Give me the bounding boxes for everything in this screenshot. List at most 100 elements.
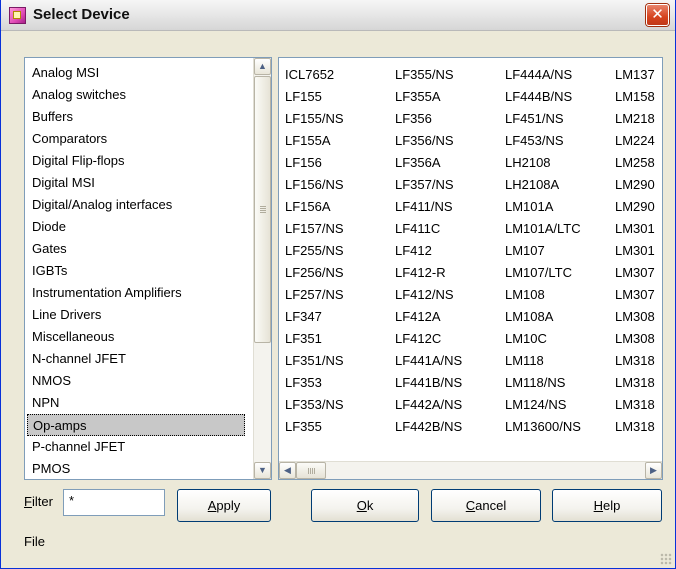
device-item[interactable]: LF442A/NS xyxy=(395,394,462,416)
device-item[interactable]: LM301 xyxy=(615,240,655,262)
category-item[interactable]: Digital Flip-flops xyxy=(27,150,245,172)
scroll-left-icon[interactable]: ◀ xyxy=(279,462,296,479)
category-item[interactable]: Instrumentation Amplifiers xyxy=(27,282,245,304)
device-item[interactable]: LF444B/NS xyxy=(505,86,581,108)
device-item[interactable]: LM318 xyxy=(615,394,655,416)
device-item[interactable]: LF412/NS xyxy=(395,284,462,306)
device-item[interactable]: LM137 xyxy=(615,64,655,86)
device-item[interactable]: LF157/NS xyxy=(285,218,344,240)
device-item[interactable]: LM290 xyxy=(615,196,655,218)
device-item[interactable]: LF351 xyxy=(285,328,344,350)
device-item[interactable]: LF355/NS xyxy=(395,64,462,86)
help-button[interactable]: Help xyxy=(552,489,662,522)
device-item[interactable]: LM307 xyxy=(615,262,655,284)
device-item[interactable]: LM108 xyxy=(505,284,581,306)
scroll-right-icon[interactable]: ▶ xyxy=(645,462,662,479)
device-item[interactable]: LM318 xyxy=(615,350,655,372)
device-item[interactable]: LF356A xyxy=(395,152,462,174)
device-item[interactable]: LF353/NS xyxy=(285,394,344,416)
category-item[interactable]: Gates xyxy=(27,238,245,260)
device-item[interactable]: LF155A xyxy=(285,130,344,152)
device-item[interactable]: LM13600/NS xyxy=(505,416,581,438)
device-item[interactable]: LF411/NS xyxy=(395,196,462,218)
category-item[interactable]: Comparators xyxy=(27,128,245,150)
category-item[interactable]: Line Drivers xyxy=(27,304,245,326)
device-item[interactable]: LM101A/LTC xyxy=(505,218,581,240)
scroll-up-icon[interactable]: ▲ xyxy=(254,58,271,75)
device-item[interactable]: LF412 xyxy=(395,240,462,262)
filter-input[interactable]: * xyxy=(63,489,165,516)
device-item[interactable]: LF357/NS xyxy=(395,174,462,196)
device-item[interactable]: LM10C xyxy=(505,328,581,350)
device-horizontal-scrollbar[interactable]: ◀ ▶ xyxy=(279,461,662,479)
category-item[interactable]: Analog MSI xyxy=(27,62,245,84)
category-item[interactable]: IGBTs xyxy=(27,260,245,282)
device-item[interactable]: LF412C xyxy=(395,328,462,350)
device-item[interactable]: LM118/NS xyxy=(505,372,581,394)
device-item[interactable]: LF156/NS xyxy=(285,174,344,196)
ok-button[interactable]: Ok xyxy=(311,489,419,522)
device-item[interactable]: LM107/LTC xyxy=(505,262,581,284)
device-item[interactable]: LF355A xyxy=(395,86,462,108)
device-item[interactable]: LH2108 xyxy=(505,152,581,174)
category-item[interactable]: Digital/Analog interfaces xyxy=(27,194,245,216)
scrollbar-thumb[interactable] xyxy=(296,462,326,479)
apply-button[interactable]: Apply xyxy=(177,489,271,522)
category-item[interactable]: Op-amps xyxy=(27,414,245,436)
device-item[interactable]: LF412A xyxy=(395,306,462,328)
device-item[interactable]: LM158 xyxy=(615,86,655,108)
device-item[interactable]: LM308 xyxy=(615,306,655,328)
category-item[interactable]: P-channel JFET xyxy=(27,436,245,458)
scroll-down-icon[interactable]: ▼ xyxy=(254,462,271,479)
device-item[interactable]: LF442B/NS xyxy=(395,416,462,438)
device-item[interactable]: LM307 xyxy=(615,284,655,306)
device-item[interactable]: LM101A xyxy=(505,196,581,218)
category-item[interactable]: Digital MSI xyxy=(27,172,245,194)
device-item[interactable]: LM290 xyxy=(615,174,655,196)
title-bar[interactable]: Select Device ✕ xyxy=(1,0,675,31)
category-item[interactable]: PMOS xyxy=(27,458,245,479)
device-item[interactable]: LF411C xyxy=(395,218,462,240)
cancel-button[interactable]: Cancel xyxy=(431,489,541,522)
device-item[interactable]: LF351/NS xyxy=(285,350,344,372)
category-item[interactable]: NPN xyxy=(27,392,245,414)
resize-grip-icon[interactable] xyxy=(660,553,672,565)
category-item[interactable]: NMOS xyxy=(27,370,245,392)
device-item[interactable]: LF356 xyxy=(395,108,462,130)
device-item[interactable]: LM318 xyxy=(615,372,655,394)
device-list[interactable]: ◀ ▶ ICL7652 LF155 LF155/NS LF155A LF156 LF156… xyxy=(278,57,663,480)
device-item[interactable]: LF453/NS xyxy=(505,130,581,152)
device-item[interactable]: LF156 xyxy=(285,152,344,174)
category-item[interactable]: Buffers xyxy=(27,106,245,128)
device-item[interactable]: LM318 xyxy=(615,416,655,438)
device-item[interactable]: LM218 xyxy=(615,108,655,130)
device-item[interactable]: LF257/NS xyxy=(285,284,344,306)
device-item[interactable]: LM258 xyxy=(615,152,655,174)
device-item[interactable]: LF412-R xyxy=(395,262,462,284)
category-item[interactable]: Miscellaneous xyxy=(27,326,245,348)
device-item[interactable]: LH2108A xyxy=(505,174,581,196)
device-item[interactable]: LM308 xyxy=(615,328,655,350)
device-item[interactable]: LM124/NS xyxy=(505,394,581,416)
device-item[interactable]: LM107 xyxy=(505,240,581,262)
category-list[interactable]: ▲ ▼ Analog MSI Analog switches Buffers Comp… xyxy=(24,57,272,480)
device-item[interactable]: LF155/NS xyxy=(285,108,344,130)
device-item[interactable]: LF444A/NS xyxy=(505,64,581,86)
device-item[interactable]: LF347 xyxy=(285,306,344,328)
device-item[interactable]: LF155 xyxy=(285,86,344,108)
device-item[interactable]: LF353 xyxy=(285,372,344,394)
category-item[interactable]: Diode xyxy=(27,216,245,238)
category-item[interactable]: N-channel JFET xyxy=(27,348,245,370)
scrollbar-thumb[interactable] xyxy=(254,76,271,343)
category-vertical-scrollbar[interactable]: ▲ ▼ xyxy=(253,58,271,479)
device-item[interactable]: LF441A/NS xyxy=(395,350,462,372)
device-item[interactable]: LF356/NS xyxy=(395,130,462,152)
device-item[interactable]: LF256/NS xyxy=(285,262,344,284)
device-item[interactable]: LM118 xyxy=(505,350,581,372)
device-item[interactable]: LM301 xyxy=(615,218,655,240)
device-item[interactable]: LF156A xyxy=(285,196,344,218)
device-item[interactable]: LF355 xyxy=(285,416,344,438)
device-item[interactable]: LM108A xyxy=(505,306,581,328)
close-button[interactable]: ✕ xyxy=(646,4,669,26)
device-item[interactable]: ICL7652 xyxy=(285,64,344,86)
